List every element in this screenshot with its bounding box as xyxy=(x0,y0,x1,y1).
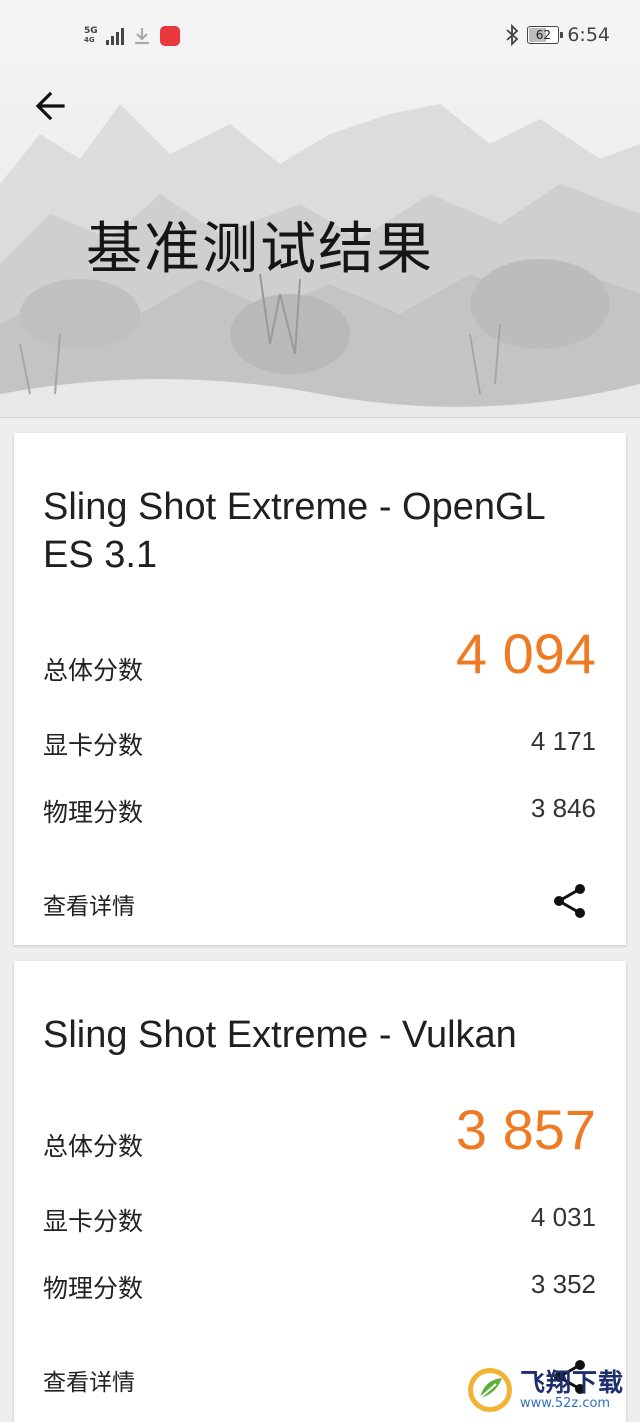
overall-score-label: 总体分数 xyxy=(43,1132,144,1161)
download-icon xyxy=(132,26,152,46)
watermark-name: 飞翔下载 xyxy=(520,1368,625,1397)
watermark-url: www.52z.com xyxy=(520,1396,611,1411)
bluetooth-icon xyxy=(506,24,519,46)
header-banner: 基准测试结果 xyxy=(0,64,640,418)
view-details-link[interactable]: 查看详情 xyxy=(43,887,135,921)
graphics-score-label: 显卡分数 xyxy=(43,1207,144,1236)
battery-icon: 62 xyxy=(527,26,564,44)
result-card-vulkan: Sling Shot Extreme - Vulkan 总体分数 3 857 显… xyxy=(14,961,626,1422)
physics-score-label: 物理分数 xyxy=(43,1274,144,1303)
network-sub-label: 4G xyxy=(84,36,95,44)
result-card-opengl: Sling Shot Extreme - OpenGL ES 3.1 总体分数 … xyxy=(14,433,626,945)
physics-score-value: 3 352 xyxy=(530,1269,596,1299)
network-type-label: 5G xyxy=(84,26,98,36)
overall-score-value: 3 857 xyxy=(455,1098,596,1161)
physics-score-label: 物理分数 xyxy=(43,798,144,827)
status-right: 62 6:54 xyxy=(505,24,610,46)
physics-score-value: 3 846 xyxy=(530,793,596,823)
overall-score-label: 总体分数 xyxy=(43,656,144,685)
graphics-score-value: 4 031 xyxy=(530,1202,596,1232)
share-icon[interactable] xyxy=(550,881,590,921)
status-bar: 5G 4G 62 6:54 xyxy=(0,0,640,64)
huawei-store-icon xyxy=(159,26,180,46)
status-left: 5G 4G xyxy=(84,26,180,46)
network-type: 5G 4G xyxy=(84,27,98,45)
benchmark-title: Sling Shot Extreme - OpenGL ES 3.1 xyxy=(43,486,545,576)
page-title: 基准测试结果 xyxy=(86,217,434,282)
benchmark-title: Sling Shot Extreme - Vulkan xyxy=(43,1014,517,1056)
view-details-link[interactable]: 查看详情 xyxy=(43,1363,135,1397)
overall-score-value: 4 094 xyxy=(455,622,596,685)
back-arrow-icon[interactable] xyxy=(30,86,70,126)
graphics-score-label: 显卡分数 xyxy=(43,731,144,760)
watermark-logo-icon xyxy=(468,1368,512,1412)
watermark-text: 飞翔下载 www.52z.com xyxy=(520,1369,624,1411)
signal-icon xyxy=(105,27,124,45)
watermark: 飞翔下载 www.52z.com xyxy=(466,1362,636,1418)
battery-level: 62 xyxy=(535,28,551,42)
graphics-score-value: 4 171 xyxy=(530,726,596,756)
clock: 6:54 xyxy=(567,24,610,46)
